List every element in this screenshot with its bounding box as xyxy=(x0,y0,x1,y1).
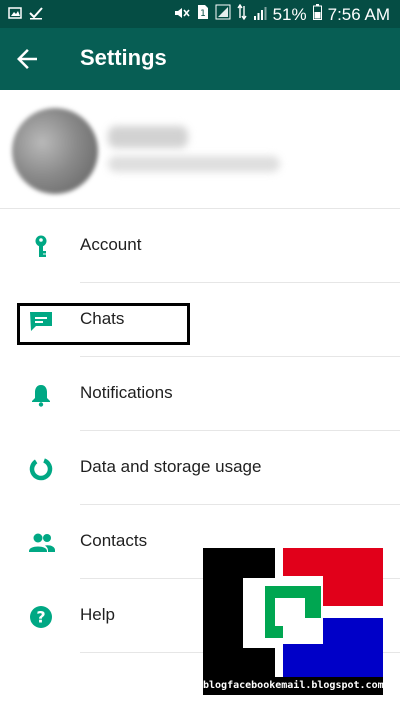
settings-item-label: Help xyxy=(80,605,115,624)
battery-icon xyxy=(312,4,322,25)
profile-header[interactable] xyxy=(0,90,400,208)
status-bar: 1 51% 7:56 AM xyxy=(0,0,400,28)
page-title: Settings xyxy=(80,45,167,70)
data-usage-icon xyxy=(28,456,54,482)
svg-text:1: 1 xyxy=(200,9,206,19)
settings-item-label: Data and storage usage xyxy=(80,457,262,476)
data-arrows-icon xyxy=(237,3,247,25)
signal-icon xyxy=(215,4,231,25)
profile-name xyxy=(108,126,188,148)
avatar[interactable] xyxy=(12,108,98,194)
arrow-left-icon xyxy=(17,49,37,69)
contacts-icon xyxy=(28,530,55,556)
svg-text:?: ? xyxy=(36,608,45,627)
app-toolbar: Settings xyxy=(0,28,400,90)
key-icon xyxy=(28,234,54,260)
settings-item-data-storage[interactable]: Data and storage usage xyxy=(0,431,400,505)
profile-status xyxy=(108,156,280,172)
settings-item-label: Account xyxy=(80,235,142,254)
check-icon xyxy=(29,6,43,25)
back-button[interactable] xyxy=(12,44,42,74)
help-icon: ? xyxy=(28,604,54,630)
battery-percent: 51% xyxy=(272,4,307,24)
settings-item-notifications[interactable]: Notifications xyxy=(0,357,400,431)
image-icon xyxy=(8,6,22,25)
highlight-box xyxy=(17,303,190,345)
sim-icon: 1 xyxy=(197,4,209,25)
settings-item-account[interactable]: Account xyxy=(0,209,400,283)
watermark-logo xyxy=(203,548,383,695)
signal-bars-icon xyxy=(253,5,267,25)
watermark-caption: blogfacebookemail.blogspot.com xyxy=(203,677,384,695)
settings-item-label: Notifications xyxy=(80,383,173,402)
mute-icon xyxy=(173,5,191,25)
settings-item-label: Contacts xyxy=(80,531,148,550)
clock: 7:56 AM xyxy=(327,4,390,24)
bell-icon xyxy=(28,382,54,408)
